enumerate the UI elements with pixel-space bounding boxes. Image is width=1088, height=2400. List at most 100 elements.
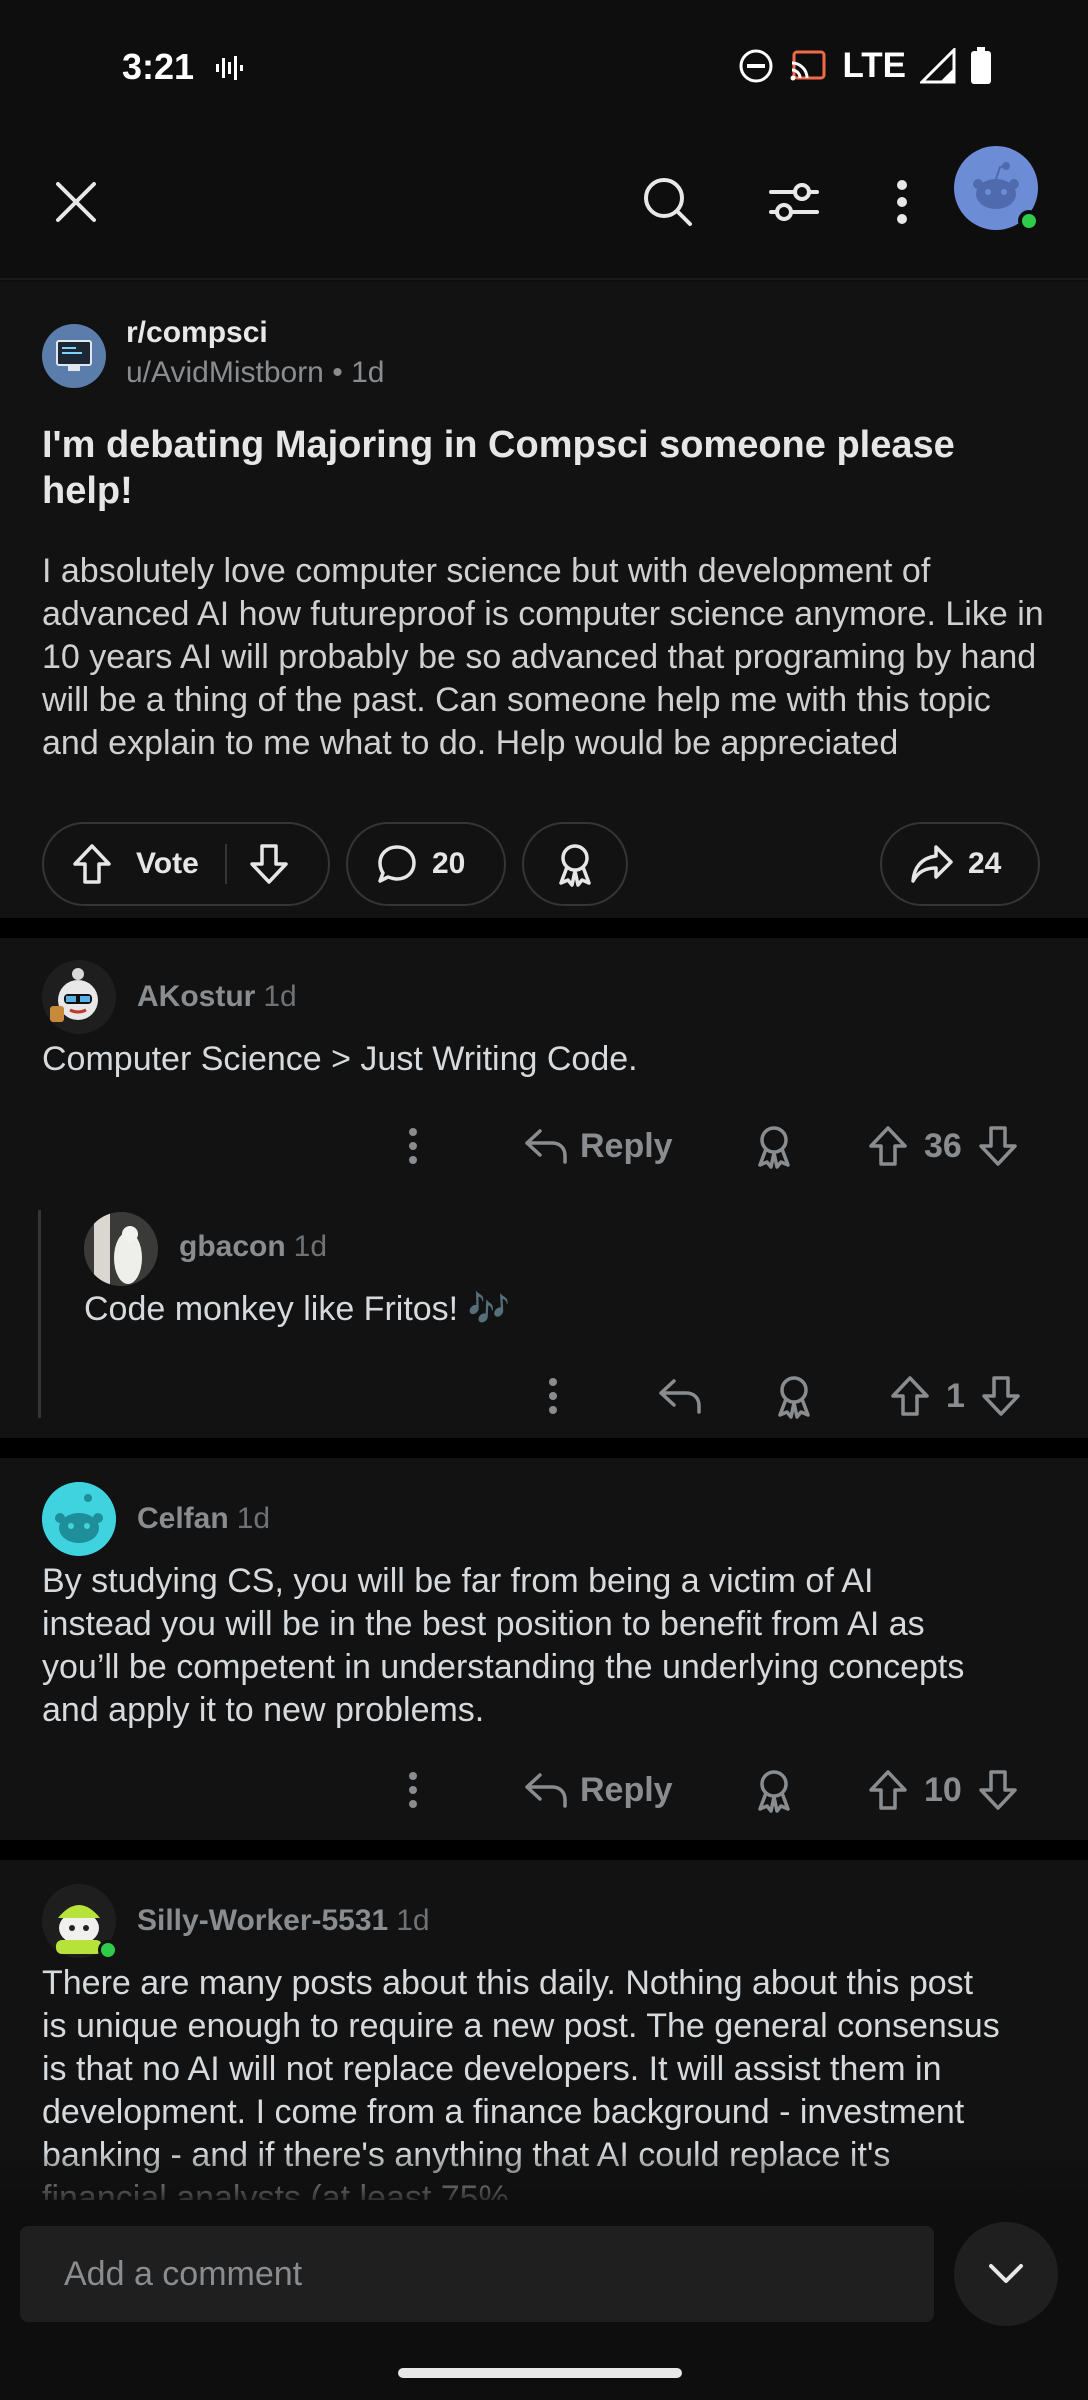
jump-next-button[interactable] — [954, 2222, 1058, 2326]
online-indicator — [98, 1940, 118, 1960]
downvote-arrow-icon[interactable] — [978, 1125, 1018, 1167]
close-icon — [56, 182, 96, 222]
snoo-avatar-icon — [973, 162, 1019, 209]
comment-age: 1d — [293, 1230, 328, 1263]
snoo-avatar-icon — [42, 1482, 116, 1556]
avatar[interactable] — [42, 1482, 116, 1556]
award-button[interactable] — [522, 822, 628, 906]
comment-text: By studying CS, you will be far from bei… — [42, 1562, 965, 1729]
sort-filter-button[interactable] — [758, 166, 830, 238]
comment-vote: 36 — [868, 1116, 1018, 1176]
upvote-button[interactable] — [72, 843, 112, 885]
user-avatar-button[interactable] — [954, 146, 1040, 232]
add-comment-input[interactable]: Add a comment — [20, 2226, 934, 2322]
share-count: 24 — [968, 847, 1002, 880]
comment-vote: 10 — [868, 1760, 1018, 1820]
comment-more-button[interactable] — [548, 1366, 558, 1426]
comment-composer-bar: Add a comment — [0, 2200, 1088, 2400]
comment-more-button[interactable] — [408, 1760, 418, 1820]
filter-icon — [769, 183, 819, 221]
battery-icon — [971, 47, 991, 84]
comment-username[interactable]: gbacon 1d — [179, 1230, 327, 1264]
username-text: AKostur — [137, 980, 256, 1013]
snoo-avatar-icon — [42, 960, 116, 1034]
thread-line[interactable] — [38, 1210, 41, 1418]
post-card: r/compsci u/AvidMistborn • 1d I'm debati… — [0, 282, 1088, 918]
comment-age: 1d — [236, 1502, 271, 1535]
computer-icon — [56, 340, 92, 371]
share-arrow-icon — [911, 845, 953, 883]
reply-label: Reply — [580, 1126, 673, 1165]
section-divider — [0, 1438, 1088, 1458]
post-meta: u/AvidMistborn • 1d — [126, 356, 384, 390]
home-indicator[interactable] — [398, 2368, 682, 2378]
comment-more-button[interactable] — [408, 1116, 418, 1176]
avatar[interactable] — [42, 1884, 118, 1960]
comments-button[interactable]: 20 — [346, 822, 506, 906]
comment-akostur: AKostur 1d Computer Science > Just Writin… — [0, 938, 1088, 1438]
avatar[interactable] — [84, 1212, 158, 1286]
more-vertical-icon — [409, 1128, 417, 1164]
search-icon — [644, 178, 692, 226]
share-button[interactable]: 24 — [880, 822, 1040, 906]
post-title: I'm debating Majoring in Compsci someone… — [42, 424, 955, 512]
search-button[interactable] — [632, 166, 704, 238]
network-type: LTE — [842, 46, 906, 85]
comment-bubble-icon — [378, 845, 416, 883]
comment-text: Code monkey like Fritos! 🎶 — [84, 1290, 510, 1328]
more-vertical-icon — [897, 180, 907, 224]
award-icon — [758, 1126, 790, 1169]
comment-age: 1d — [263, 980, 297, 1013]
comment-count: 20 — [432, 847, 466, 880]
upvote-arrow-icon[interactable] — [890, 1375, 930, 1417]
comment-silly-worker: Silly-Worker-5531 1d There are many posts… — [0, 1860, 1088, 2217]
avatar[interactable] — [42, 960, 116, 1034]
vote-score: 10 — [924, 1770, 962, 1809]
downvote-arrow-icon[interactable] — [981, 1375, 1021, 1417]
downvote-arrow-icon[interactable] — [978, 1769, 1018, 1811]
post-author[interactable]: u/AvidMistborn — [126, 356, 324, 389]
close-button[interactable] — [40, 166, 112, 238]
upvote-arrow-icon[interactable] — [868, 1769, 908, 1811]
vote-pill: Vote — [42, 822, 330, 906]
meta-separator: • — [323, 356, 352, 389]
reddit-post-screen: 3:21 LTE r/compsci u/AvidMistborn • 1d I… — [0, 0, 1088, 2400]
reply-button[interactable]: Reply — [524, 1116, 673, 1176]
comment-username[interactable]: Silly-Worker-5531 1d — [137, 1904, 430, 1938]
post-body: I absolutely love computer science but w… — [42, 552, 1044, 762]
subreddit-icon[interactable] — [42, 324, 106, 388]
section-divider — [0, 918, 1088, 938]
upvote-arrow-icon[interactable] — [868, 1125, 908, 1167]
vote-separator — [224, 844, 227, 884]
post-age: 1d — [351, 356, 385, 389]
more-vertical-icon — [549, 1378, 557, 1414]
downvote-button[interactable] — [249, 843, 289, 885]
cast-icon — [790, 50, 826, 81]
reply-button[interactable] — [658, 1366, 702, 1426]
award-button[interactable] — [772, 1366, 816, 1426]
reply-arrow-icon — [659, 1379, 701, 1414]
award-button[interactable] — [752, 1116, 796, 1176]
more-vertical-icon — [409, 1772, 417, 1808]
chevron-down-icon — [989, 2264, 1023, 2283]
reply-button[interactable]: Reply — [524, 1760, 673, 1820]
do-not-disturb-icon — [739, 49, 773, 83]
upvote-arrow-icon — [73, 844, 111, 884]
subreddit-name[interactable]: r/compsci — [126, 316, 268, 350]
username-text: gbacon — [179, 1230, 286, 1263]
comment-celfan: Celfan 1d By studying CS, you will be far… — [0, 1458, 1088, 1860]
downvote-arrow-icon — [250, 844, 288, 884]
comment-text: Computer Science > Just Writing Code. — [42, 1040, 638, 1078]
comment-username[interactable]: AKostur 1d — [137, 980, 297, 1014]
user-photo-icon — [84, 1212, 158, 1286]
reply-arrow-icon — [525, 1773, 567, 1808]
status-bar: 3:21 LTE — [0, 0, 1088, 130]
comment-username[interactable]: Celfan 1d — [137, 1502, 270, 1536]
overflow-menu-button[interactable] — [866, 166, 938, 238]
award-icon — [778, 1376, 810, 1419]
comment-vote: 1 — [890, 1366, 1021, 1426]
award-button[interactable] — [752, 1760, 796, 1820]
status-time: 3:21 — [122, 46, 195, 87]
signal-icon — [920, 48, 956, 84]
status-icons: LTE — [738, 46, 992, 86]
